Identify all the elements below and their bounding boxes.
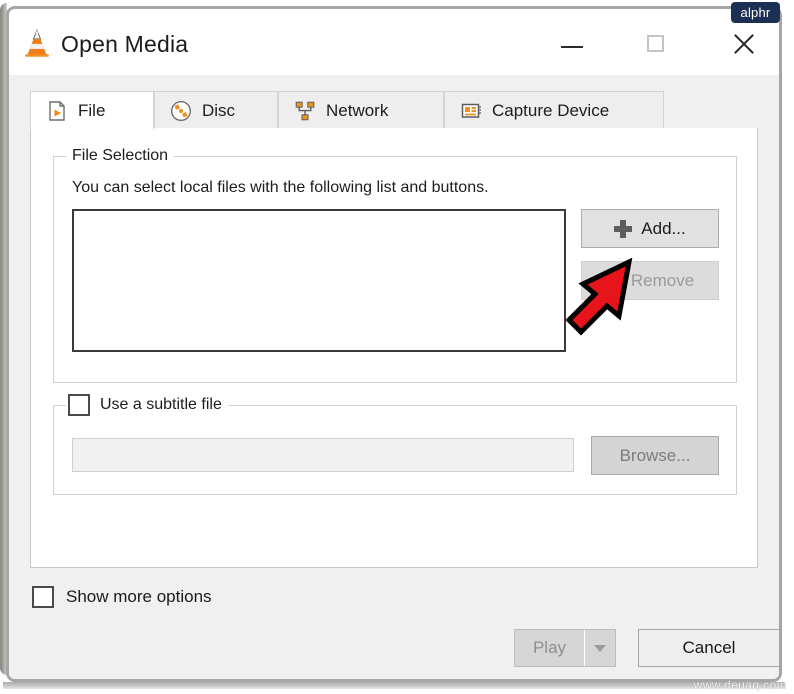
tab-file-label: File [78, 100, 106, 120]
close-icon [731, 32, 755, 56]
play-button-group: Play [514, 629, 616, 667]
network-icon [294, 100, 316, 122]
file-selection-group-title: File Selection [66, 147, 175, 165]
tab-disc[interactable]: Disc [154, 91, 278, 129]
add-button[interactable]: Add... [581, 209, 719, 248]
play-button-label: Play [532, 638, 567, 657]
maximize-icon [647, 35, 664, 52]
tab-network-label: Network [326, 100, 389, 120]
site-watermark: www.deuaq.com [693, 678, 787, 692]
chevron-down-icon [594, 644, 606, 652]
show-more-options-row: Show more options [32, 586, 212, 608]
plus-icon [614, 219, 633, 238]
play-dropdown-button[interactable] [585, 630, 615, 666]
cancel-button[interactable]: Cancel [638, 629, 779, 667]
file-selection-helper-text: You can select local files with the foll… [72, 179, 489, 196]
disc-icon [170, 100, 192, 122]
add-button-label: Add... [641, 218, 686, 238]
tab-disc-label: Disc [202, 100, 236, 120]
tab-strip: File Disc Network Capture Device [30, 91, 758, 130]
tab-network[interactable]: Network [278, 91, 444, 129]
minus-icon [605, 273, 622, 289]
use-subtitle-file-label: Use a subtitle file [100, 396, 222, 413]
capture-device-icon [460, 100, 482, 122]
tab-capture-device[interactable]: Capture Device [444, 91, 664, 129]
tab-capture-device-label: Capture Device [492, 100, 610, 120]
tab-content-panel: File Selection You can select local file… [30, 128, 758, 568]
show-more-options-label: Show more options [66, 587, 212, 606]
dialog-body: File Disc Network Capture Device File Se… [9, 75, 779, 679]
remove-button: Remove [581, 261, 719, 300]
minimize-icon [561, 46, 583, 48]
open-media-dialog-window: Open Media File Disc Network Capture Dev… [6, 6, 782, 682]
use-subtitle-file-checkbox[interactable] [68, 394, 90, 416]
remove-button-label: Remove [630, 270, 695, 290]
show-more-options-checkbox[interactable] [32, 586, 54, 608]
selected-files-list[interactable] [72, 209, 566, 352]
title-bar: Open Media [9, 9, 779, 75]
tab-file[interactable]: File [30, 91, 154, 130]
subtitle-path-input[interactable] [72, 438, 574, 472]
subtitle-group: Use a subtitle file Browse... [53, 394, 737, 495]
play-button: Play [515, 630, 585, 666]
use-subtitle-file-row: Use a subtitle file [66, 394, 228, 416]
page-title: Open Media [61, 31, 189, 57]
file-play-icon [46, 100, 68, 122]
vlc-cone-icon [21, 27, 53, 59]
window-frame-shadow-bottom [3, 682, 785, 689]
alphr-badge: alphr [731, 2, 780, 23]
minimize-button[interactable] [535, 9, 611, 75]
browse-button: Browse... [591, 436, 719, 475]
cancel-button-label: Cancel [682, 638, 736, 657]
maximize-button[interactable] [619, 9, 695, 75]
file-selection-group: File Selection You can select local file… [53, 147, 737, 383]
browse-button-label: Browse... [619, 445, 691, 465]
